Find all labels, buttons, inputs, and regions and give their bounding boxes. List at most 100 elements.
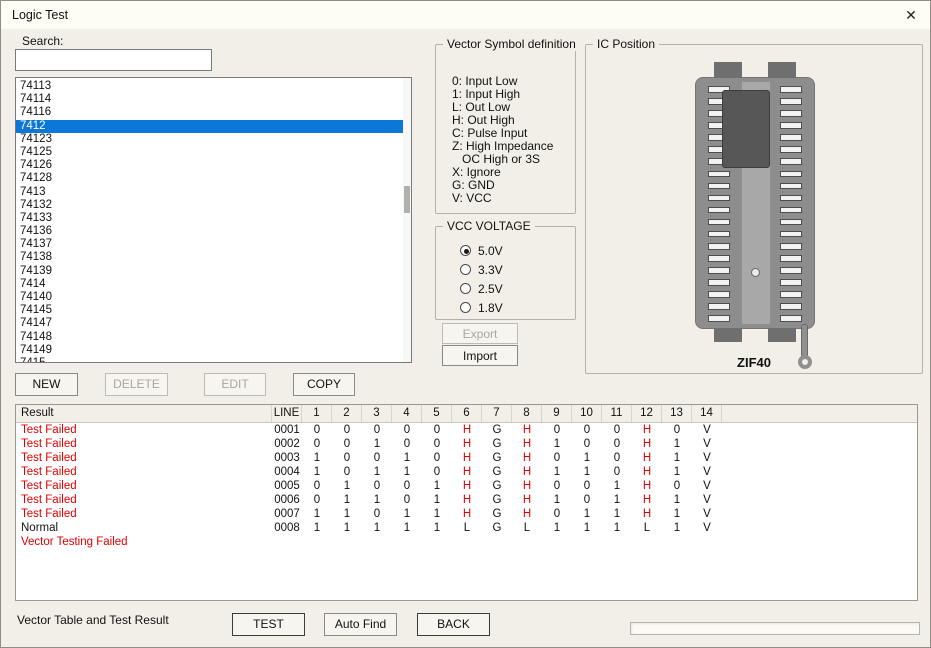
result-table-header: ResultLINE1234567891011121314 [16, 405, 917, 423]
column-header[interactable]: 13 [662, 405, 692, 422]
scrollbar-thumb[interactable] [404, 186, 410, 213]
auto-find-button[interactable]: Auto Find [324, 613, 397, 636]
import-button[interactable]: Import [442, 345, 518, 366]
copy-button[interactable]: COPY [293, 373, 355, 396]
pin-cell: H [512, 465, 542, 479]
new-button[interactable]: NEW [15, 373, 78, 396]
list-item[interactable]: 74126 [16, 159, 411, 172]
pin-cell: G [482, 493, 512, 507]
column-header[interactable]: 11 [602, 405, 632, 422]
column-header[interactable]: 6 [452, 405, 482, 422]
delete-button[interactable]: DELETE [105, 373, 168, 396]
list-item[interactable]: 7413 [16, 186, 411, 199]
column-header[interactable]: 4 [392, 405, 422, 422]
column-header[interactable]: 5 [422, 405, 452, 422]
pin-slot [780, 207, 802, 214]
list-item[interactable]: 74132 [16, 199, 411, 212]
export-button[interactable]: Export [442, 323, 518, 344]
list-item[interactable]: 74123 [16, 133, 411, 146]
radio-icon [460, 264, 471, 275]
socket-label: ZIF40 [586, 355, 922, 370]
close-icon[interactable]: ✕ [898, 4, 924, 26]
vcc-option[interactable]: 5.0V [460, 241, 575, 260]
column-header[interactable]: 12 [632, 405, 662, 422]
pin-cell: H [632, 423, 662, 437]
list-item[interactable]: 74137 [16, 238, 411, 251]
title-bar[interactable]: Logic Test ✕ [1, 1, 930, 29]
pin-cell: 1 [302, 521, 332, 535]
list-item[interactable]: 74147 [16, 317, 411, 330]
column-header[interactable]: LINE [272, 405, 302, 422]
column-header[interactable]: 10 [572, 405, 602, 422]
column-header[interactable]: 2 [332, 405, 362, 422]
list-item[interactable]: 74138 [16, 251, 411, 264]
pin-cell: 1 [302, 465, 332, 479]
column-header[interactable]: 7 [482, 405, 512, 422]
pin-cell: V [692, 451, 722, 465]
list-item[interactable]: 74145 [16, 304, 411, 317]
list-item[interactable]: 74148 [16, 331, 411, 344]
result-table: ResultLINE1234567891011121314 Test Faile… [15, 404, 918, 601]
search-input[interactable] [15, 49, 212, 71]
socket-tab [714, 62, 742, 78]
pin-cell: 1 [302, 507, 332, 521]
column-header[interactable]: 8 [512, 405, 542, 422]
table-row[interactable]: Test Failed000100000HGH000H0V [16, 423, 917, 437]
list-item[interactable]: 7412 [16, 120, 411, 133]
table-row[interactable]: Normal000811111LGL111L1V [16, 521, 917, 535]
pin-cell: H [512, 507, 542, 521]
vcc-option[interactable]: 3.3V [460, 260, 575, 279]
column-header[interactable]: 9 [542, 405, 572, 422]
list-item[interactable]: 74114 [16, 93, 411, 106]
pin-cell: 1 [542, 437, 572, 451]
vcc-option[interactable]: 2.5V [460, 279, 575, 298]
ic-position-title: IC Position [593, 37, 659, 51]
pin-cell: 0 [662, 423, 692, 437]
list-item[interactable]: 74125 [16, 146, 411, 159]
pin-cell: V [692, 521, 722, 535]
pin-cell: V [692, 493, 722, 507]
edit-button[interactable]: EDIT [204, 373, 266, 396]
list-item[interactable]: 74116 [16, 106, 411, 119]
pin-slot [780, 98, 802, 105]
list-item[interactable]: 74136 [16, 225, 411, 238]
pin-cell: G [482, 451, 512, 465]
table-row[interactable]: Test Failed000200100HGH100H1V [16, 437, 917, 451]
column-header[interactable]: Result [16, 405, 272, 422]
pin-cell: 0 [542, 507, 572, 521]
pin-cell: 0 [362, 507, 392, 521]
list-item[interactable]: 74140 [16, 291, 411, 304]
table-row[interactable]: Test Failed000711011HGH011H1V [16, 507, 917, 521]
pin-cell: G [482, 507, 512, 521]
table-row[interactable]: Test Failed000501001HGH001H0V [16, 479, 917, 493]
ic-list[interactable]: 7411374114741167412741237412574126741287… [15, 77, 412, 363]
pin-cell: 1 [332, 521, 362, 535]
result-cell: Test Failed [16, 451, 272, 465]
list-item[interactable]: 74139 [16, 265, 411, 278]
back-button[interactable]: BACK [417, 613, 490, 636]
list-scrollbar[interactable] [403, 78, 411, 362]
list-item[interactable]: 74113 [16, 80, 411, 93]
column-header[interactable]: 1 [302, 405, 332, 422]
table-row[interactable]: Vector Testing Failed [16, 535, 917, 549]
list-item[interactable]: 74128 [16, 172, 411, 185]
pin-cell: 0 [392, 437, 422, 451]
radio-icon [460, 283, 471, 294]
pin-cell: V [692, 479, 722, 493]
test-button[interactable]: TEST [232, 613, 305, 636]
pin-slot [780, 183, 802, 190]
column-header[interactable]: 3 [362, 405, 392, 422]
pin-cell: V [692, 437, 722, 451]
list-item[interactable]: 74149 [16, 344, 411, 357]
pin-cell: 0 [302, 423, 332, 437]
list-item[interactable]: 74133 [16, 212, 411, 225]
table-row[interactable]: Test Failed000410110HGH110H1V [16, 465, 917, 479]
pin-slot [780, 267, 802, 274]
table-row[interactable]: Test Failed000310010HGH010H1V [16, 451, 917, 465]
list-item[interactable]: 7414 [16, 278, 411, 291]
vcc-option[interactable]: 1.8V [460, 298, 575, 317]
table-row[interactable]: Test Failed000601101HGH101H1V [16, 493, 917, 507]
column-header[interactable]: 14 [692, 405, 722, 422]
pin-cell: 0 [332, 465, 362, 479]
list-item[interactable]: 7415 [16, 357, 411, 363]
